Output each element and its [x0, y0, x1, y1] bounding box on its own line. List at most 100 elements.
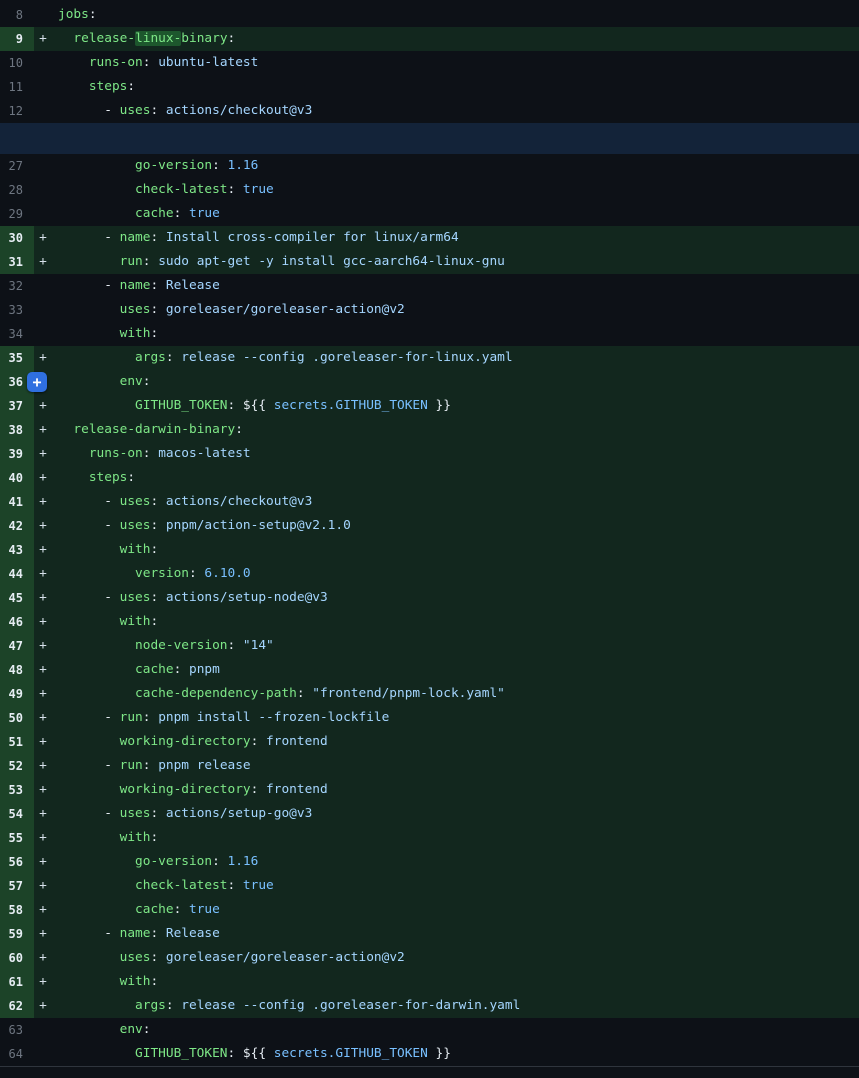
line-number[interactable]: 46 [0, 610, 34, 634]
diff-marker: + [34, 826, 52, 850]
diff-line: 36+ env:+ [0, 370, 859, 394]
line-number[interactable]: 60 [0, 946, 34, 970]
line-number[interactable]: 55 [0, 826, 34, 850]
diff-marker: + [34, 418, 52, 442]
line-number[interactable]: 28 [0, 178, 34, 202]
code-segment: actions/setup-node@v3 [166, 590, 328, 605]
diff-line: 52+ - run: pnpm release [0, 754, 859, 778]
code-segment: uses [120, 806, 151, 821]
code-line: check-latest: true [52, 874, 274, 898]
diff-marker [34, 75, 52, 99]
code-segment: : [150, 926, 165, 941]
code-segment: release --config .goreleaser-for-darwin.… [181, 998, 520, 1013]
code-segment: secrets.GITHUB_TOKEN [266, 398, 436, 413]
line-number[interactable]: 31 [0, 250, 34, 274]
code-segment [58, 662, 135, 677]
line-number[interactable]: 44 [0, 562, 34, 586]
code-line: check-latest: true [52, 178, 274, 202]
code-line: runs-on: ubuntu-latest [52, 51, 258, 75]
expand-hunk-row[interactable] [0, 123, 859, 154]
line-number[interactable]: 32 [0, 274, 34, 298]
line-number[interactable]: 12 [0, 99, 34, 123]
code-line: - name: Release [52, 274, 220, 298]
line-number[interactable]: 11 [0, 75, 34, 99]
line-number[interactable]: 52 [0, 754, 34, 778]
line-number[interactable]: 38 [0, 418, 34, 442]
code-segment: Install cross-compiler for linux/arm64 [166, 230, 459, 245]
line-number[interactable]: 53 [0, 778, 34, 802]
code-segment: runs-on [89, 55, 143, 70]
diff-line: 44+ version: 6.10.0 [0, 562, 859, 586]
code-segment [58, 998, 135, 1013]
code-segment [58, 686, 135, 701]
line-number[interactable]: 47 [0, 634, 34, 658]
line-number[interactable]: 56 [0, 850, 34, 874]
diff-marker [34, 1042, 52, 1066]
code-segment: uses [120, 518, 151, 533]
code-segment: - [58, 758, 120, 773]
diff-marker: + [34, 994, 52, 1018]
code-segment: GITHUB_TOKEN [135, 1046, 227, 1061]
line-number[interactable]: 41 [0, 490, 34, 514]
line-number[interactable]: 34 [0, 322, 34, 346]
code-segment: : [150, 103, 165, 118]
line-number[interactable]: 58 [0, 898, 34, 922]
code-segment: : [251, 734, 266, 749]
line-number[interactable]: 63 [0, 1018, 34, 1042]
line-number[interactable]: 45 [0, 586, 34, 610]
code-segment: : [150, 494, 165, 509]
code-segment: : [150, 806, 165, 821]
code-segment: - [58, 518, 120, 533]
line-number[interactable]: 54 [0, 802, 34, 826]
diff-line: 48+ cache: pnpm [0, 658, 859, 682]
line-number[interactable]: 57 [0, 874, 34, 898]
code-segment: : [150, 830, 158, 845]
line-number[interactable]: 37 [0, 394, 34, 418]
line-number[interactable]: 9 [0, 27, 34, 51]
line-number[interactable]: 10 [0, 51, 34, 75]
code-line: env: [52, 1018, 150, 1042]
line-number[interactable]: 48 [0, 658, 34, 682]
line-number[interactable]: 43 [0, 538, 34, 562]
diff-line: 63 env: [0, 1018, 859, 1042]
line-number[interactable]: 49 [0, 682, 34, 706]
code-segment [58, 206, 135, 221]
line-number[interactable]: 39 [0, 442, 34, 466]
diff-line: 9+ release-linux-binary: [0, 27, 859, 51]
line-number[interactable]: 64 [0, 1042, 34, 1066]
line-number[interactable]: 42 [0, 514, 34, 538]
line-number[interactable]: 35 [0, 346, 34, 370]
code-segment: uses [120, 950, 151, 965]
code-segment: Release [166, 278, 220, 293]
line-number[interactable]: 40 [0, 466, 34, 490]
code-line: args: release --config .goreleaser-for-l… [52, 346, 513, 370]
diff-line: 33 uses: goreleaser/goreleaser-action@v2 [0, 298, 859, 322]
code-segment: - [58, 710, 120, 725]
code-segment: : [127, 79, 135, 94]
line-number[interactable]: 51 [0, 730, 34, 754]
code-segment: check-latest [135, 182, 227, 197]
line-number[interactable]: 59 [0, 922, 34, 946]
line-number[interactable]: 61 [0, 970, 34, 994]
line-number[interactable]: 30 [0, 226, 34, 250]
code-segment: ${{ [243, 1046, 266, 1061]
diff-line: 60+ uses: goreleaser/goreleaser-action@v… [0, 946, 859, 970]
code-segment: : [174, 206, 189, 221]
code-line: with: [52, 538, 158, 562]
line-number[interactable]: 8 [0, 3, 34, 27]
diff-line: 47+ node-version: "14" [0, 634, 859, 658]
code-line: - uses: actions/checkout@v3 [52, 99, 312, 123]
code-segment: : [150, 974, 158, 989]
line-number[interactable]: 33 [0, 298, 34, 322]
diff-marker: + [34, 514, 52, 538]
line-number[interactable]: 27 [0, 154, 34, 178]
line-number[interactable]: 29 [0, 202, 34, 226]
add-comment-button[interactable]: + [27, 372, 47, 392]
code-line: cache: true [52, 202, 220, 226]
code-line: - uses: pnpm/action-setup@v2.1.0 [52, 514, 351, 538]
code-segment: : [143, 710, 158, 725]
line-number[interactable]: 62 [0, 994, 34, 1018]
line-number[interactable]: 50 [0, 706, 34, 730]
diff-marker: + [34, 970, 52, 994]
code-segment [58, 566, 135, 581]
